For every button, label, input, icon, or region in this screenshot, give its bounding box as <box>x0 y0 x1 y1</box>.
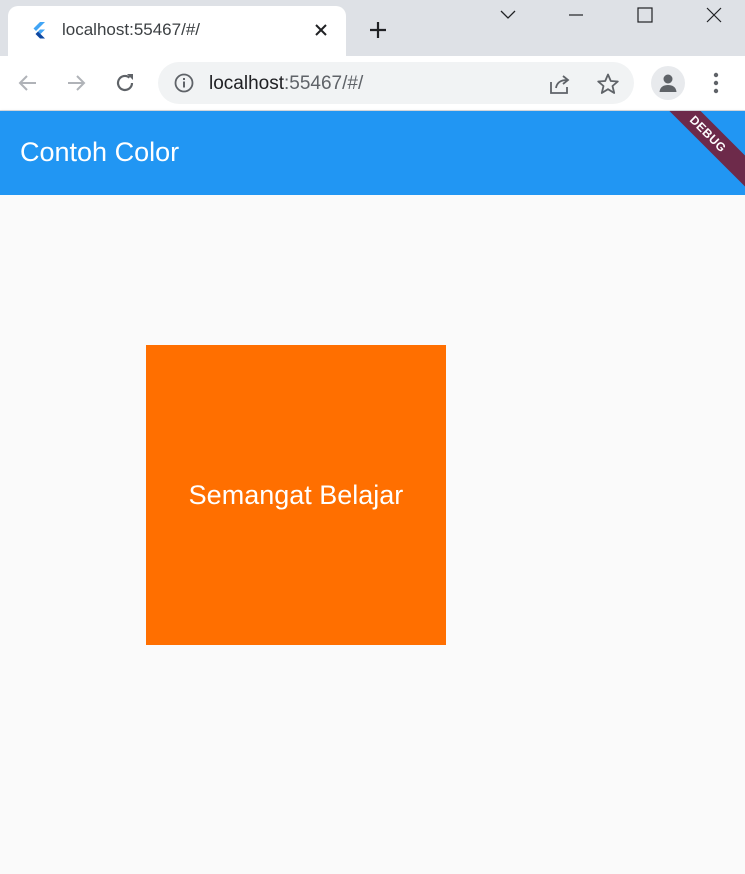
star-icon[interactable] <box>596 72 620 96</box>
arrow-right-icon[interactable] <box>61 68 91 98</box>
box-label: Semangat Belajar <box>188 479 404 510</box>
debug-banner: DEBUG <box>647 111 745 195</box>
url-text: localhost:55467/#/ <box>209 73 363 95</box>
tab-search-chevron-icon[interactable] <box>485 0 531 30</box>
reload-icon[interactable] <box>110 68 140 98</box>
flutter-logo-icon <box>30 21 48 39</box>
maximize-icon[interactable] <box>622 0 668 30</box>
arrow-left-icon[interactable] <box>13 68 43 98</box>
profile-icon[interactable] <box>651 66 685 100</box>
browser-tab-strip: localhost:55467/#/ <box>0 0 745 56</box>
close-tab-icon[interactable] <box>310 19 332 41</box>
orange-box: Semangat Belajar <box>146 345 446 645</box>
app-body: Semangat Belajar <box>0 195 745 874</box>
browser-toolbar: localhost:55467/#/ <box>0 56 745 111</box>
app-title: Contoh Color <box>20 137 180 167</box>
minimize-icon[interactable] <box>553 0 599 30</box>
info-icon[interactable] <box>174 73 194 93</box>
url-path: :55467/#/ <box>284 73 364 94</box>
close-window-icon[interactable] <box>691 0 737 30</box>
kebab-menu-icon[interactable] <box>704 68 728 98</box>
new-tab-icon[interactable] <box>364 16 392 44</box>
app-bar: Contoh Color DEBUG <box>0 111 745 195</box>
share-icon[interactable] <box>548 72 572 96</box>
url-host: localhost <box>209 73 284 94</box>
tab-title: localhost:55467/#/ <box>62 20 200 39</box>
browser-tab[interactable]: localhost:55467/#/ <box>8 6 346 56</box>
address-bar[interactable]: localhost:55467/#/ <box>158 62 634 104</box>
